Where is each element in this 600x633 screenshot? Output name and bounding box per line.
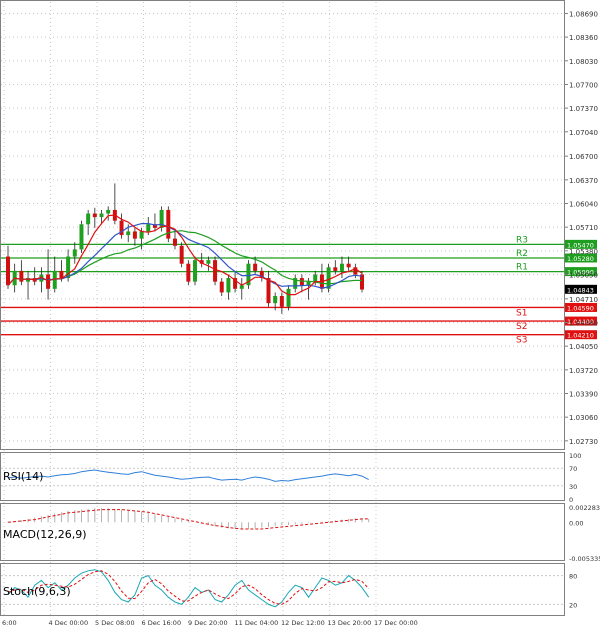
time-tick-label: 4 Dec 00:00 (49, 619, 89, 627)
candle-body (339, 263, 344, 271)
level-price-label: 1.05280 (567, 255, 594, 263)
rsi-label: RSI(14) (3, 470, 43, 483)
macd-tick-label: 0.002283 (569, 504, 600, 512)
level-name: R1 (516, 263, 528, 273)
price-tick-label: 1.04710 (569, 296, 598, 304)
price-tick-label: 1.07040 (569, 129, 598, 137)
price-tick-label: 1.02730 (569, 438, 598, 446)
price-tick-label: 1.04050 (569, 343, 598, 351)
candles (6, 183, 364, 314)
macd-tick-label: -0.005335 (569, 555, 600, 563)
rsi-tick-label: 0 (569, 496, 573, 504)
price-tick-label: 1.07370 (569, 105, 598, 113)
candle-body (346, 263, 351, 268)
stoch-panel-frame (0, 563, 565, 616)
time-tick-label: 5 Dec 08:00 (95, 619, 135, 627)
macd-tick-label: 0.00 (569, 519, 583, 527)
price-tick-label: 1.08360 (569, 34, 598, 42)
level-name: R2 (516, 249, 528, 259)
candle-body (79, 224, 84, 250)
level-name: S3 (516, 336, 527, 346)
current-price-label: 1.04843 (567, 286, 594, 294)
candle-body (360, 274, 364, 290)
candle-body (99, 213, 104, 218)
candle-body (186, 263, 191, 282)
rsi-tick-label: 70 (569, 465, 577, 473)
candle-body (279, 295, 284, 307)
candle-body (106, 209, 111, 214)
stoch-tick-label: 80 (569, 573, 577, 581)
level-name: S2 (516, 322, 527, 332)
price-tick-label: 1.06700 (569, 153, 598, 161)
price-tick-label: 1.08030 (569, 58, 598, 66)
time-tick-label: 17 Dec 00:00 (374, 619, 418, 627)
rsi-tick-label: 100 (569, 452, 581, 460)
trading-chart: R3 1.05470R2 1.05280R1 1.05090S1 1.04590S2 1.… (0, 0, 600, 627)
level-name: R3 (516, 235, 528, 245)
price-axis: 1.08690 1.08360 1.08030 1.07700 1.07370 1.070… (565, 10, 598, 446)
price-tick-label: 1.08690 (569, 10, 598, 18)
candle-body (86, 213, 91, 225)
rsi-panel-frame (0, 452, 565, 501)
grid-lines (1, 2, 564, 615)
stoch-tick-label: 20 (569, 601, 577, 609)
candle-body (219, 281, 224, 293)
stoch-label: Stoch(9,6,3) (3, 585, 71, 598)
price-tick-label: 1.06040 (569, 200, 598, 208)
candle-body (253, 263, 258, 271)
candle-body (326, 267, 331, 289)
macd-panel: 0.002283 0.00 -0.005335 MACD(12,26,9) (3, 504, 600, 563)
price-tick-label: 1.06370 (569, 177, 598, 185)
time-tick-label: 6 Dec 16:00 (142, 619, 182, 627)
stoch-panel: 80 20 Stoch(9,6,3) (1, 569, 577, 609)
level-name: S1 (516, 308, 527, 318)
candle-body (313, 274, 318, 282)
time-tick-label: 13 Dec 20:00 (328, 619, 372, 627)
candle-body (139, 231, 144, 239)
price-tick-label: 1.03060 (569, 414, 598, 422)
candle-body (266, 278, 271, 304)
candle-body (206, 260, 211, 264)
level-price-label: 1.04590 (567, 304, 594, 312)
candle-body (72, 249, 77, 257)
rsi-tick-label: 30 (569, 483, 577, 491)
macd-signal-line (7, 509, 369, 530)
candle-body (172, 238, 177, 246)
price-tick-label: 1.05050 (569, 271, 598, 279)
price-tick-label: 1.07700 (569, 81, 598, 89)
rsi-line (7, 469, 369, 482)
candle-body (6, 256, 10, 286)
candle-body (166, 209, 171, 239)
level-price-label: 1.04210 (567, 332, 594, 340)
candle-body (179, 245, 184, 264)
candle-body (226, 278, 231, 293)
price-tick-label: 1.03390 (569, 391, 598, 399)
price-tick-label: 1.05380 (569, 248, 598, 256)
candle-body (19, 270, 24, 282)
candle-body (92, 213, 97, 218)
price-tick-label: 1.04380 (569, 320, 598, 328)
price-tick-label: 1.05710 (569, 224, 598, 232)
candle-body (286, 288, 291, 307)
candle-body (273, 295, 278, 304)
candle-body (126, 231, 131, 236)
candle-body (132, 231, 137, 239)
time-tick-label: 11 Dec 04:00 (235, 619, 279, 627)
macd-label: MACD(12,26,9) (3, 528, 87, 541)
rsi-panel: 100 70 30 0 RSI(14) (1, 452, 581, 504)
time-axis: 6:00 4 Dec 00:00 5 Dec 08:00 6 Dec 16:00 9 D… (2, 619, 418, 627)
pivot-levels: R3 1.05470R2 1.05280R1 1.05090S1 1.04590S2 1.… (1, 235, 597, 346)
candle-body (333, 267, 338, 271)
candle-body (213, 260, 218, 282)
candle-body (146, 224, 151, 232)
candle-body (46, 274, 51, 289)
time-tick-label: 6:00 (2, 619, 17, 627)
price-tick-label: 1.03720 (569, 367, 598, 375)
candle-body (193, 260, 198, 282)
time-tick-label: 12 Dec 12:00 (281, 619, 325, 627)
time-tick-label: 9 Dec 20:00 (188, 619, 228, 627)
